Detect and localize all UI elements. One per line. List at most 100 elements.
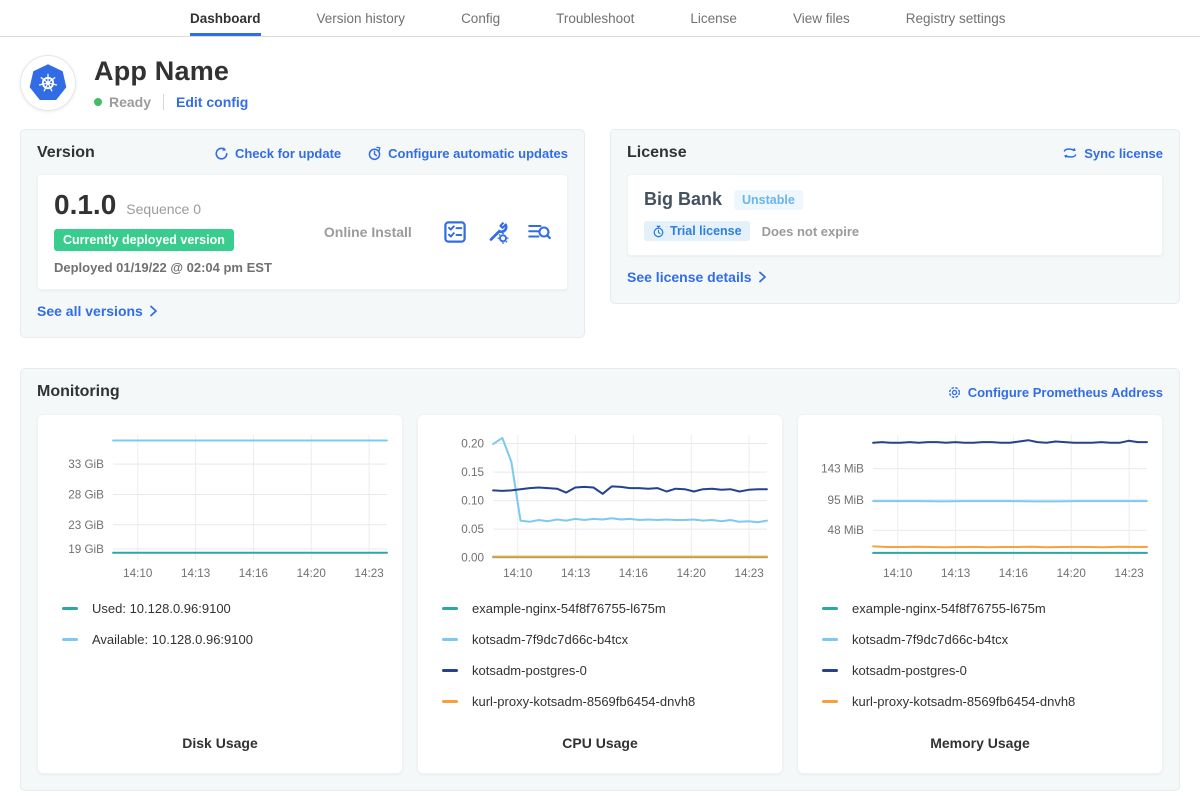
app-header: App Name Ready Edit config [0, 37, 1200, 125]
series-label: kotsadm-postgres-0 [852, 663, 967, 678]
svg-text:14:23: 14:23 [354, 567, 383, 580]
see-all-versions-link[interactable]: See all versions [37, 303, 158, 319]
auto-update-clock-icon [367, 146, 382, 161]
tab-dashboard[interactable]: Dashboard [190, 0, 261, 36]
svg-text:0.10: 0.10 [461, 495, 484, 508]
version-number: 0.1.0 [54, 189, 116, 221]
deployed-badge: Currently deployed version [54, 229, 234, 251]
svg-text:0.00: 0.00 [461, 552, 484, 565]
series-label: example-nginx-54f8f76755-l675m [852, 601, 1046, 616]
svg-text:14:16: 14:16 [999, 567, 1028, 580]
see-license-details-link[interactable]: See license details [627, 269, 767, 285]
legend-item: Used: 10.128.0.96:9100 [62, 601, 392, 616]
svg-text:14:20: 14:20 [1057, 567, 1086, 580]
svg-text:23 GiB: 23 GiB [68, 519, 104, 532]
checklist-icon [443, 220, 467, 244]
edit-config-link[interactable]: Edit config [176, 94, 248, 110]
series-label: kurl-proxy-kotsadm-8569fb6454-dnvh8 [472, 694, 695, 709]
series-color-swatch [822, 700, 838, 703]
series-label: kotsadm-7f9dc7d66c-b4tcx [852, 632, 1008, 647]
cards-row: Version Check for update Configure au [0, 129, 1200, 338]
status-dot [94, 98, 102, 106]
preflight-checks-button[interactable] [443, 220, 467, 244]
svg-text:14:10: 14:10 [123, 567, 152, 580]
view-deploy-logs-button[interactable] [527, 220, 551, 244]
cpu-legend: example-nginx-54f8f76755-l675m kotsadm-7… [442, 601, 772, 725]
svg-text:14:10: 14:10 [883, 567, 912, 580]
series-label: Available: 10.128.0.96:9100 [92, 632, 253, 647]
series-color-swatch [822, 607, 838, 610]
tab-troubleshoot[interactable]: Troubleshoot [556, 0, 634, 36]
svg-text:14:23: 14:23 [734, 567, 763, 580]
configure-auto-updates-link[interactable]: Configure automatic updates [367, 146, 568, 161]
series-label: kurl-proxy-kotsadm-8569fb6454-dnvh8 [852, 694, 1075, 709]
legend-item: kotsadm-postgres-0 [442, 663, 772, 678]
current-version-card: 0.1.0 Sequence 0 Currently deployed vers… [37, 174, 568, 290]
svg-text:95 MiB: 95 MiB [828, 494, 865, 507]
cpu-usage-chart: 0.200.150.100.050.0014:1014:1314:1614:20… [428, 427, 772, 587]
check-for-update-link[interactable]: Check for update [214, 146, 341, 161]
svg-text:14:13: 14:13 [941, 567, 970, 580]
svg-text:14:20: 14:20 [297, 567, 326, 580]
series-label: kotsadm-postgres-0 [472, 663, 587, 678]
svg-text:0.05: 0.05 [461, 523, 484, 536]
chart-title: Disk Usage [48, 725, 392, 763]
series-label: kotsadm-7f9dc7d66c-b4tcx [472, 632, 628, 647]
configure-prometheus-link[interactable]: Configure Prometheus Address [947, 385, 1163, 400]
install-type-label: Online Install [324, 224, 412, 240]
refresh-icon [214, 146, 229, 161]
legend-item: kotsadm-postgres-0 [822, 663, 1152, 678]
series-color-swatch [442, 669, 458, 672]
view-config-button[interactable] [485, 220, 509, 244]
svg-text:28 GiB: 28 GiB [68, 489, 104, 502]
svg-text:0.15: 0.15 [461, 466, 484, 479]
series-color-swatch [62, 607, 78, 610]
tab-version-history[interactable]: Version history [317, 0, 406, 36]
legend-item: kotsadm-7f9dc7d66c-b4tcx [442, 632, 772, 647]
legend-item: example-nginx-54f8f76755-l675m [822, 601, 1152, 616]
sync-license-link[interactable]: Sync license [1062, 146, 1163, 161]
memory-usage-chart-card: 143 MiB 95 MiB 48 MiB 14:10 14:13 14:16 14:20 1… [797, 414, 1163, 774]
app-logo [20, 55, 76, 111]
license-panel: License Sync license Big Bank Unstable [610, 129, 1180, 304]
cpu-usage-chart-card: 0.200.150.100.050.0014:1014:1314:1614:20… [417, 414, 783, 774]
tab-registry-settings[interactable]: Registry settings [906, 0, 1006, 36]
tab-config[interactable]: Config [461, 0, 500, 36]
channel-badge: Unstable [734, 190, 803, 210]
wrench-gear-icon [485, 220, 509, 244]
svg-text:14:13: 14:13 [561, 567, 590, 580]
license-type-badge: Trial license [644, 221, 750, 241]
gear-icon [947, 385, 962, 400]
memory-legend: example-nginx-54f8f76755-l675m kotsadm-7… [822, 601, 1152, 725]
series-color-swatch [442, 638, 458, 641]
svg-text:14:23: 14:23 [1114, 567, 1143, 580]
series-color-swatch [442, 700, 458, 703]
tab-license[interactable]: License [690, 0, 737, 36]
chevron-right-icon [149, 305, 158, 317]
page-title: App Name [94, 56, 248, 87]
svg-text:143 MiB: 143 MiB [821, 463, 864, 476]
series-label: example-nginx-54f8f76755-l675m [472, 601, 666, 616]
series-color-swatch [62, 638, 78, 641]
chart-title: CPU Usage [428, 725, 772, 763]
license-heading: License [627, 144, 687, 162]
chevron-right-icon [758, 271, 767, 283]
legend-item: kurl-proxy-kotsadm-8569fb6454-dnvh8 [822, 694, 1152, 709]
svg-text:33 GiB: 33 GiB [68, 458, 104, 471]
stopwatch-icon [652, 225, 665, 238]
disk-usage-chart: 33 GiB28 GiB23 GiB19 GiB14:1014:1314:161… [48, 427, 392, 587]
license-expiry: Does not expire [762, 224, 860, 239]
series-color-swatch [822, 638, 838, 641]
monitoring-heading: Monitoring [37, 383, 120, 401]
status-text: Ready [109, 94, 151, 110]
svg-text:48 MiB: 48 MiB [828, 524, 865, 537]
legend-item: kurl-proxy-kotsadm-8569fb6454-dnvh8 [442, 694, 772, 709]
disk-legend: Used: 10.128.0.96:9100 Available: 10.128… [62, 601, 392, 663]
version-heading: Version [37, 144, 95, 162]
svg-text:14:10: 14:10 [503, 567, 532, 580]
license-name: Big Bank [644, 189, 722, 210]
svg-text:19 GiB: 19 GiB [68, 543, 104, 556]
version-sequence: Sequence 0 [126, 201, 201, 217]
series-label: Used: 10.128.0.96:9100 [92, 601, 231, 616]
tab-view-files[interactable]: View files [793, 0, 850, 36]
